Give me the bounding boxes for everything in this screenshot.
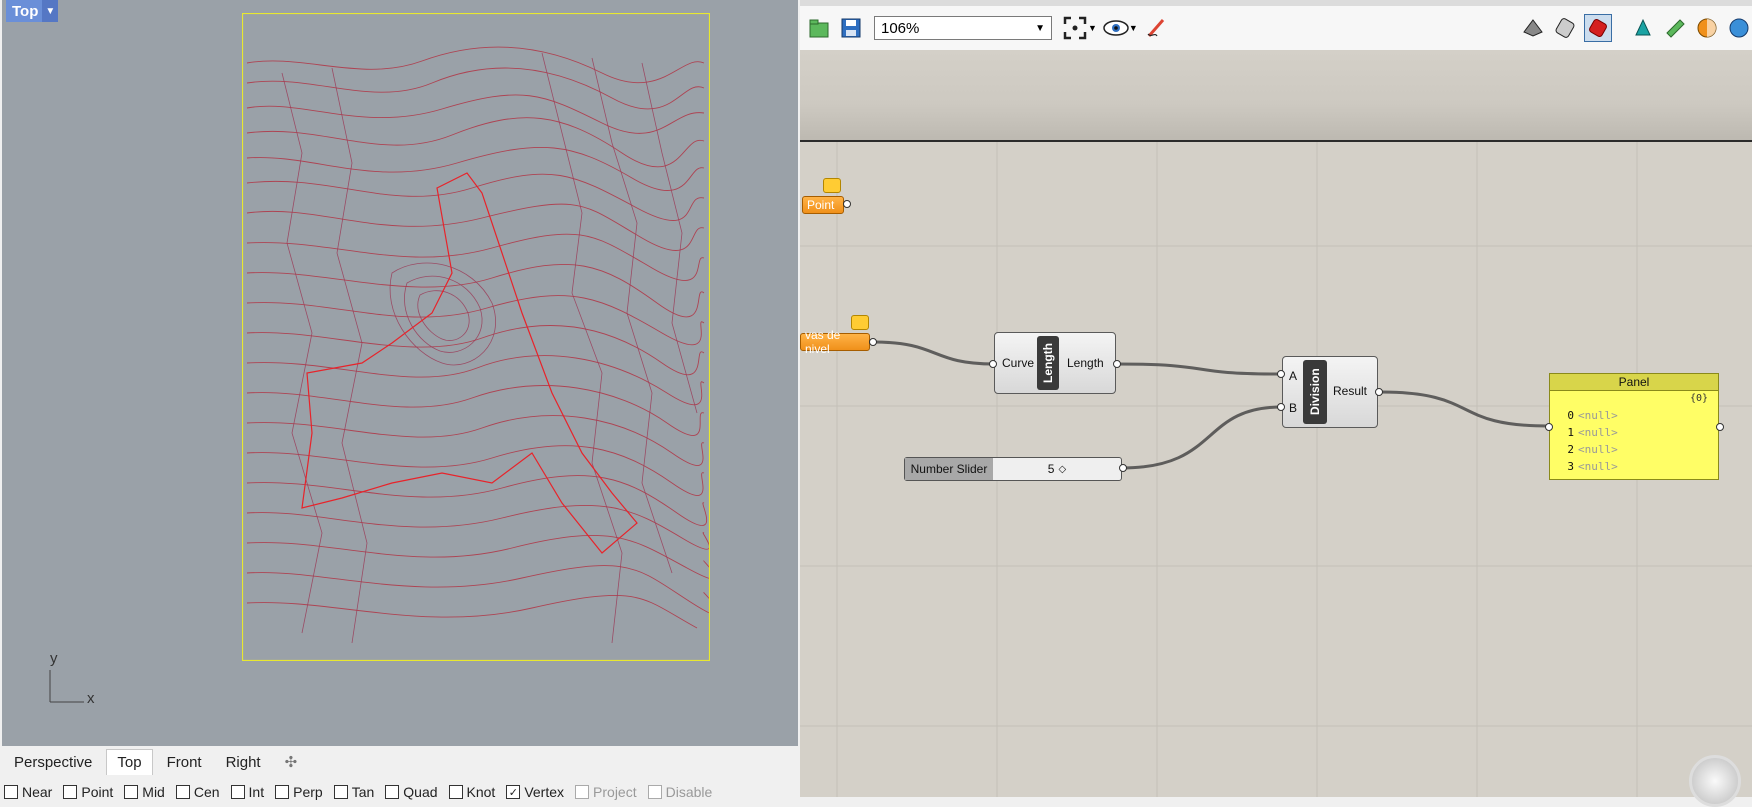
viewport-title-label: Top [12, 2, 39, 20]
panel-row: 2 <null> [1567, 443, 1618, 456]
point-param-label: Point [807, 198, 835, 212]
panel-output-port[interactable] [1716, 423, 1724, 431]
length-output-label: Length [1067, 356, 1104, 370]
point-badge-icon [823, 178, 841, 193]
osnap-point[interactable]: Point [59, 782, 113, 802]
navigation-compass-icon[interactable] [1689, 755, 1741, 807]
tab-right[interactable]: Right [216, 750, 271, 775]
gh-toolbar: 106% ▼ ▼ ▼ [800, 6, 1752, 50]
tab-front[interactable]: Front [157, 750, 212, 775]
panel-title: Panel [1550, 374, 1718, 391]
slider-track[interactable]: 5 ◇ [993, 458, 1121, 480]
division-output-label: Result [1333, 384, 1368, 398]
zoom-extents-icon[interactable] [1062, 15, 1088, 41]
topography-drawing [242, 13, 710, 661]
gh-canvas[interactable]: Point vas de nivel Curve Length Length A… [800, 142, 1752, 807]
osnap-project[interactable]: Project [571, 782, 637, 802]
viewport-title[interactable]: Top ▼ [6, 0, 59, 22]
panel-row: 3 <null> [1567, 460, 1618, 473]
rhino-window: Top ▼ y x Perspective Top Front Right ✣ … [0, 0, 800, 800]
division-output-port[interactable] [1375, 388, 1383, 396]
osnap-cen[interactable]: Cen [172, 782, 220, 802]
length-input-label: Curve [1002, 356, 1035, 370]
axis-y-label: y [50, 650, 58, 667]
wires [872, 340, 1549, 470]
point-param[interactable]: Point [802, 196, 844, 214]
dropdown-arrow-icon[interactable]: ▼ [1088, 23, 1097, 33]
length-component[interactable]: Curve Length Length [994, 332, 1116, 394]
bake-icon[interactable] [1630, 15, 1656, 41]
slider-handle-icon[interactable]: ◇ [1058, 464, 1066, 475]
top-viewport[interactable]: Top ▼ y x [2, 0, 798, 746]
osnap-quad[interactable]: Quad [381, 782, 438, 802]
save-file-icon[interactable] [838, 15, 864, 41]
osnap-int[interactable]: Int [227, 782, 264, 802]
tab-perspective[interactable]: Perspective [4, 750, 102, 775]
contour-lines-secondary [281, 52, 698, 644]
slider-label: Number Slider [905, 458, 993, 480]
zoom-value: 106% [881, 19, 920, 37]
panel-row: 0 <null> [1567, 409, 1618, 422]
division-input-a-port[interactable] [1277, 370, 1285, 378]
material-sphere-icon[interactable] [1694, 15, 1720, 41]
open-file-icon[interactable] [806, 15, 832, 41]
osnap-tan[interactable]: Tan [330, 782, 374, 802]
add-viewport-icon[interactable]: ✣ [275, 749, 308, 775]
length-output-port[interactable] [1113, 360, 1121, 368]
division-input-b-label: B [1289, 401, 1298, 415]
slider-output-port[interactable] [1119, 464, 1127, 472]
preview-eye-icon[interactable] [1103, 15, 1129, 41]
preview-selected-icon[interactable] [1584, 14, 1612, 42]
length-tag: Length [1037, 336, 1059, 390]
curves-param[interactable]: vas de nivel [800, 328, 870, 356]
site-boundary [301, 172, 638, 554]
preview-shaded-icon[interactable] [1552, 15, 1578, 41]
panel-row: 1 <null> [1567, 426, 1618, 439]
osnap-disable[interactable]: Disable [644, 782, 712, 802]
osnap-mid[interactable]: Mid [120, 782, 165, 802]
osnap-vertex[interactable]: ✓ Vertex [502, 782, 564, 802]
division-component[interactable]: A B Division Result [1282, 356, 1378, 428]
curves-output-port[interactable] [869, 338, 877, 346]
division-tag: Division [1303, 360, 1327, 424]
number-slider[interactable]: Number Slider 5 ◇ [904, 457, 1122, 481]
osnap-perp[interactable]: Perp [271, 782, 323, 802]
length-input-port[interactable] [989, 360, 997, 368]
zoom-select[interactable]: 106% ▼ [874, 16, 1052, 40]
division-input-b-port[interactable] [1277, 403, 1285, 411]
preview-wireframe-icon[interactable] [1520, 15, 1546, 41]
division-input-a-label: A [1289, 369, 1298, 383]
osnap-knot[interactable]: Knot [445, 782, 495, 802]
clean-icon[interactable] [1662, 15, 1688, 41]
panel-input-port[interactable] [1545, 423, 1553, 431]
axis-x-label: x [87, 690, 95, 707]
point-output-port[interactable] [843, 200, 851, 208]
viewport-menu-icon[interactable]: ▼ [42, 0, 59, 22]
panel-data-path: {0} [1689, 393, 1708, 404]
chevron-down-icon: ▼ [1035, 22, 1045, 34]
contour-lines [246, 46, 710, 629]
sketch-pen-icon[interactable] [1144, 15, 1170, 41]
slider-value: 5 [1047, 462, 1055, 476]
display-sphere-icon[interactable] [1726, 15, 1752, 41]
curves-param-label: vas de nivel [805, 328, 841, 356]
dropdown-arrow-icon[interactable]: ▼ [1129, 23, 1138, 33]
osnap-near[interactable]: Near [0, 782, 52, 802]
grasshopper-window: 106% ▼ ▼ ▼ Point vas de nivel Curve Leng… [800, 0, 1752, 807]
osnap-bar: Near Point Mid Cen Int Perp Tan Quad Kno… [0, 782, 800, 802]
gh-component-shelf [800, 50, 1752, 142]
panel-component[interactable]: Panel {0} 0 <null> 1 <null> 2 <null> 3 <null… [1549, 373, 1719, 480]
tab-top[interactable]: Top [106, 749, 153, 775]
viewport-tabs: Perspective Top Front Right ✣ [0, 747, 800, 777]
